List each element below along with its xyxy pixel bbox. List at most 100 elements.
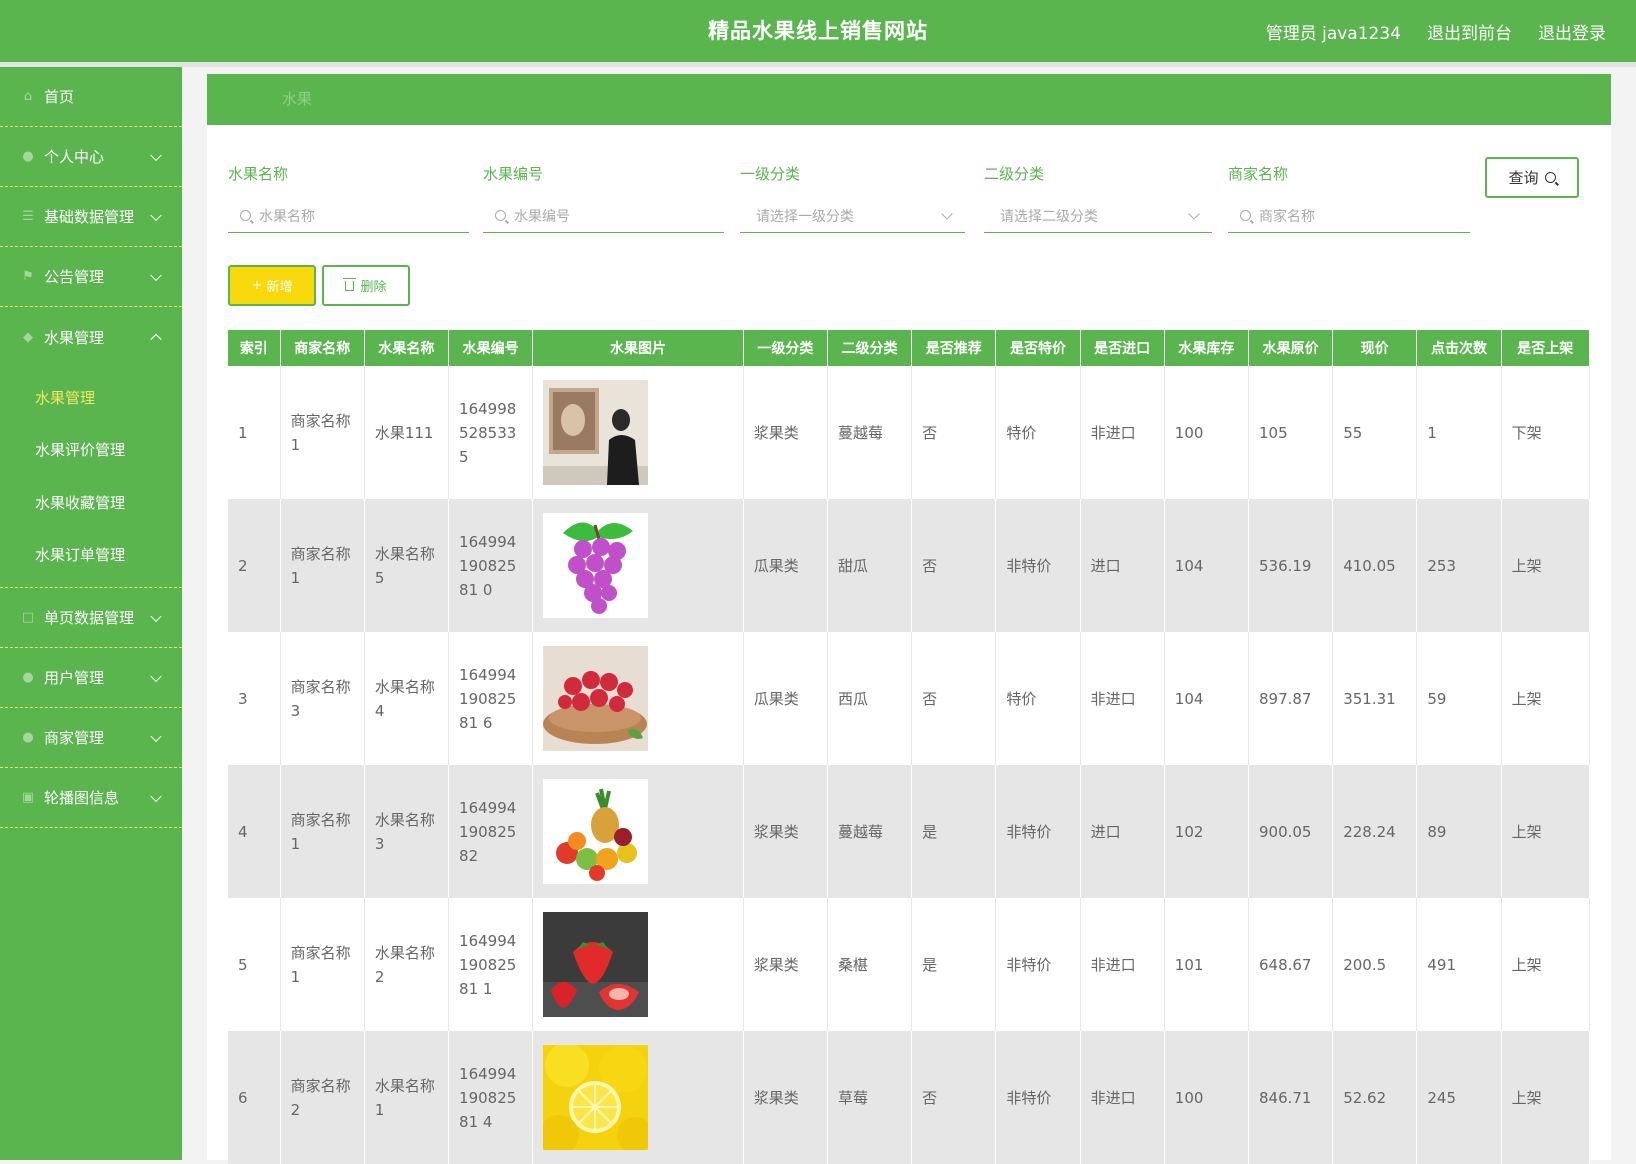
cell-stock: 101 [1164, 898, 1249, 1031]
sidebar-item-profile[interactable]: ● 个人中心 [0, 127, 182, 187]
cell-shop: 商家名称1 [280, 898, 365, 1031]
cell-price: 228.24 [1332, 765, 1418, 898]
cell-name: 水果名称5 [364, 499, 450, 632]
cell-cat1: 浆果类 [743, 1031, 828, 1164]
cell-cat1: 瓜果类 [743, 499, 828, 632]
fruit-name-input[interactable]: 水果名称 [228, 199, 469, 233]
sidebar-item-single-page[interactable]: □ 单页数据管理 [0, 588, 182, 648]
query-button[interactable]: 查询 [1485, 157, 1579, 198]
cell-cat2: 蔓越莓 [827, 366, 913, 499]
cell-recommend: 否 [911, 1031, 997, 1164]
search-icon [495, 210, 506, 221]
sidebar-item-carousel[interactable]: ▣ 轮播图信息 [0, 768, 182, 828]
cell-imported: 非进口 [1080, 1031, 1165, 1164]
cell-imported: 非进口 [1080, 632, 1165, 765]
submenu-fruit-review[interactable]: 水果评价管理 [0, 424, 182, 477]
sidebar-item-notices[interactable]: ⚑ 公告管理 [0, 247, 182, 307]
cell-cat2: 蔓越莓 [827, 765, 913, 898]
cell-shop: 商家名称1 [280, 499, 365, 632]
add-button[interactable]: + 新增 [228, 265, 316, 306]
sidebar-item-label: 基础数据管理 [44, 208, 135, 226]
col-header[interactable]: 水果图片 [532, 330, 744, 366]
logout-link[interactable]: 退出登录 [1538, 19, 1606, 44]
field-label: 一级分类 [740, 165, 801, 183]
table-row[interactable]: 1 商家名称1 水果111 1649985285335 浆果类 蔓越莓否特价 非进口 100 1… [228, 366, 1591, 499]
col-header[interactable]: 商家名称 [280, 330, 365, 366]
col-header[interactable]: 点击次数 [1416, 330, 1502, 366]
submenu-fruit-order[interactable]: 水果订单管理 [0, 529, 182, 582]
col-header[interactable]: 水果名称 [364, 330, 450, 366]
table-row[interactable]: 3 商家名称3 水果名称4 16499419082581 6 瓜果类 西瓜否特价 非进口 10… [228, 632, 1591, 765]
cell-name: 水果111 [364, 366, 450, 499]
shop-name-input[interactable]: 商家名称 [1228, 199, 1470, 233]
table-row[interactable]: 2 商家名称1 水果名称5 16499419082581 0 瓜果类 甜瓜否非特价 进口 10… [228, 499, 1591, 632]
sidebar-item-label: 轮播图信息 [44, 789, 120, 807]
submenu-fruit-favorite[interactable]: 水果收藏管理 [0, 476, 182, 529]
fruit-code-input[interactable]: 水果编号 [483, 199, 724, 233]
cell-cat1: 浆果类 [743, 366, 828, 499]
sidebar-item-basic-data[interactable]: ☰ 基础数据管理 [0, 187, 182, 247]
cell-special: 非特价 [995, 1031, 1081, 1164]
cell-price: 410.05 [1332, 499, 1418, 632]
col-header[interactable]: 是否上架 [1501, 330, 1591, 366]
sidebar-item-fruits[interactable]: ◆ 水果管理 [0, 307, 182, 367]
fruit-image-cell [532, 898, 744, 1031]
category1-select[interactable]: 请选择一级分类 [740, 199, 965, 233]
sidebar-item-label: 商家管理 [44, 729, 105, 747]
col-header[interactable]: 水果库存 [1164, 330, 1249, 366]
sidebar-item-label: 水果管理 [44, 328, 105, 347]
cell-price: 200.5 [1332, 898, 1418, 1031]
field-label: 商家名称 [1228, 165, 1289, 183]
sidebar-item-home[interactable]: ⌂ 首页 [0, 67, 182, 127]
delete-button[interactable]: 删除 [322, 265, 410, 306]
col-header[interactable]: 现价 [1332, 330, 1418, 366]
chevron-down-icon [150, 269, 162, 281]
fruit-image [543, 1045, 649, 1150]
table-header-row: 索引 商家名称 水果名称 水果编号 水果图片 一级分类 二级分类 是否推荐 是否… [228, 330, 1591, 366]
fruit-image [543, 380, 649, 485]
col-header[interactable]: 是否进口 [1080, 330, 1165, 366]
cell-cat1: 浆果类 [743, 898, 828, 1031]
search-field-name: 水果名称 水果名称 [228, 163, 469, 233]
cell-name: 水果名称1 [364, 1031, 450, 1164]
search-field-cat1: 一级分类 请选择一级分类 [740, 163, 965, 233]
cell-imported: 非进口 [1080, 366, 1165, 499]
cell-code: 16499419082582 [448, 765, 534, 898]
col-header[interactable]: 是否特价 [995, 330, 1081, 366]
cell-cat1: 浆果类 [743, 765, 828, 898]
cell-onsale: 上架 [1501, 499, 1591, 632]
cell-onsale: 下架 [1501, 366, 1591, 499]
cell-name: 水果名称2 [364, 898, 450, 1031]
sidebar-item-label: 用户管理 [44, 669, 105, 687]
cell-clicks: 245 [1416, 1031, 1502, 1164]
col-header[interactable]: 索引 [228, 330, 281, 366]
breadcrumb-current: 水果 [282, 90, 313, 108]
to-front-link[interactable]: 退出到前台 [1427, 19, 1512, 44]
col-header[interactable]: 水果原价 [1248, 330, 1334, 366]
home-icon: ⌂ [23, 89, 33, 104]
fruit-submenu: 水果管理 水果评价管理 水果收藏管理 水果订单管理 [0, 367, 182, 588]
table-row[interactable]: 6 商家名称2 水果名称1 16499419082581 4 浆果类 草莓否非特价 非进口 1… [228, 1031, 1591, 1164]
cell-stock: 104 [1164, 499, 1249, 632]
category2-select[interactable]: 请选择二级分类 [984, 199, 1212, 233]
fruit-table-wrapper: 索引 商家名称 水果名称 水果编号 水果图片 一级分类 二级分类 是否推荐 是否… [228, 330, 1591, 1164]
col-header[interactable]: 水果编号 [448, 330, 534, 366]
cell-name: 水果名称4 [364, 632, 450, 765]
cell-stock: 100 [1164, 1031, 1249, 1164]
submenu-fruit-manage[interactable]: 水果管理 [0, 371, 182, 424]
top-header: 精品水果线上销售网站 管理员 java1234 退出到前台 退出登录 [0, 0, 1636, 62]
cell-cat2: 桑椹 [827, 898, 913, 1031]
sidebar-item-shops[interactable]: ● 商家管理 [0, 708, 182, 768]
table-row[interactable]: 5 商家名称1 水果名称2 16499419082581 1 浆果类 桑椹是非特价 非进口 1… [228, 898, 1591, 1031]
fruit-image [543, 513, 649, 618]
col-header[interactable]: 二级分类 [827, 330, 913, 366]
fruit-image-cell [532, 632, 744, 765]
sidebar-item-users[interactable]: ● 用户管理 [0, 648, 182, 708]
cell-index: 5 [228, 898, 281, 1031]
table-row[interactable]: 4 商家名称1 水果名称3 16499419082582 浆果类 蔓越莓是非特价 进口 102… [228, 765, 1591, 898]
col-header[interactable]: 是否推荐 [911, 330, 997, 366]
cell-index: 2 [228, 499, 281, 632]
col-header[interactable]: 一级分类 [743, 330, 828, 366]
input-placeholder: 水果名称 [259, 208, 315, 225]
cell-onsale: 上架 [1501, 765, 1591, 898]
